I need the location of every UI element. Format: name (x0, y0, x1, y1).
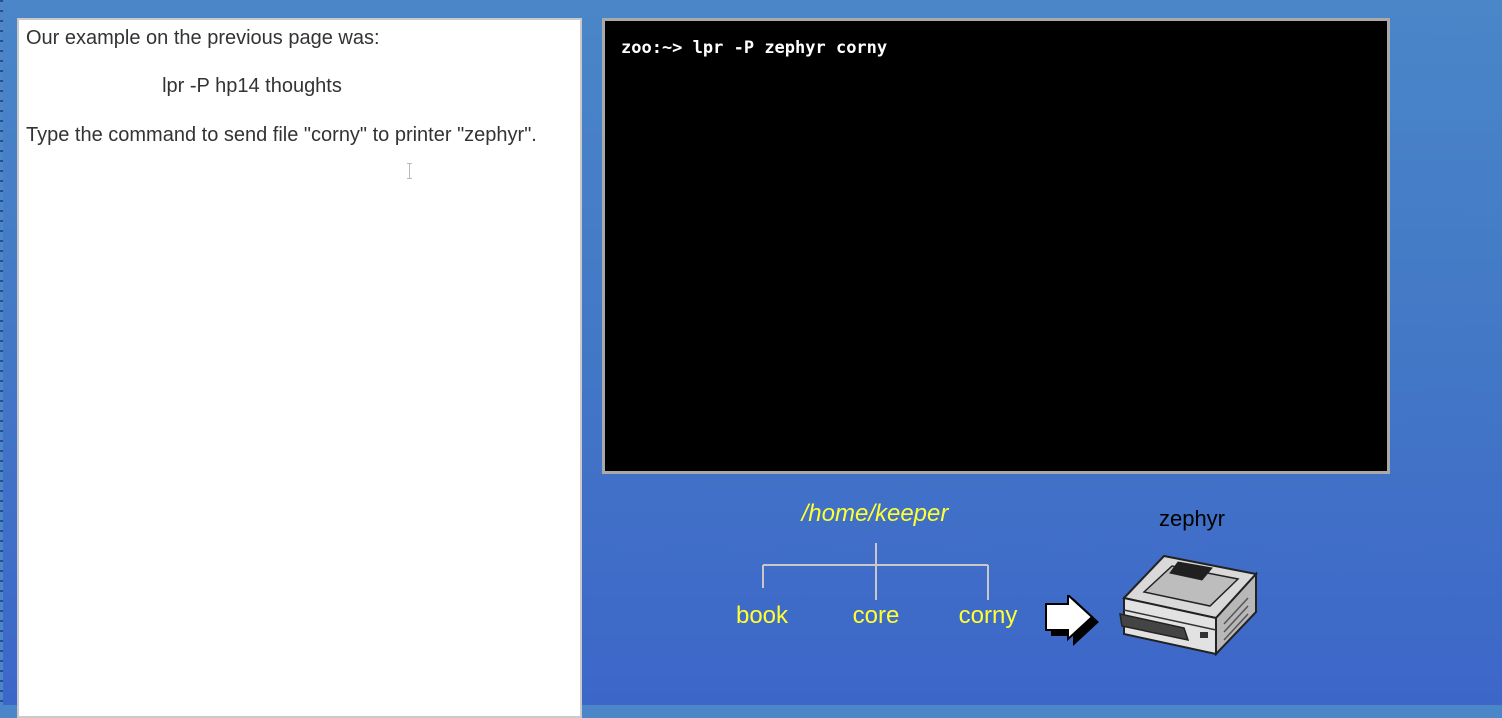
text-cursor-icon (407, 163, 413, 179)
task-instruction: Type the command to send file "corny" to… (26, 124, 537, 146)
instruction-intro: Our example on the previous page was: (26, 27, 380, 49)
terminal-window[interactable]: zoo:~> lpr -P zephyr corny (602, 18, 1390, 474)
instruction-panel: Our example on the previous page was: lp… (17, 18, 582, 718)
example-command: lpr -P hp14 thoughts (162, 75, 342, 97)
printer-label: zephyr (1158, 506, 1226, 531)
directory-tree-lines (762, 543, 989, 600)
directory-label: /home/keeper (801, 500, 949, 527)
printer-icon (1119, 554, 1258, 657)
right-arrow-icon (1045, 595, 1099, 646)
terminal-prompt: zoo:~> (621, 38, 683, 58)
file-book: book (735, 602, 789, 629)
terminal-command-input[interactable]: lpr -P zephyr corny (693, 38, 887, 58)
window-edge (0, 0, 3, 705)
file-core: core (852, 602, 900, 629)
terminal-command-line[interactable]: zoo:~> lpr -P zephyr corny (621, 38, 887, 58)
file-corny: corny (958, 602, 1018, 629)
